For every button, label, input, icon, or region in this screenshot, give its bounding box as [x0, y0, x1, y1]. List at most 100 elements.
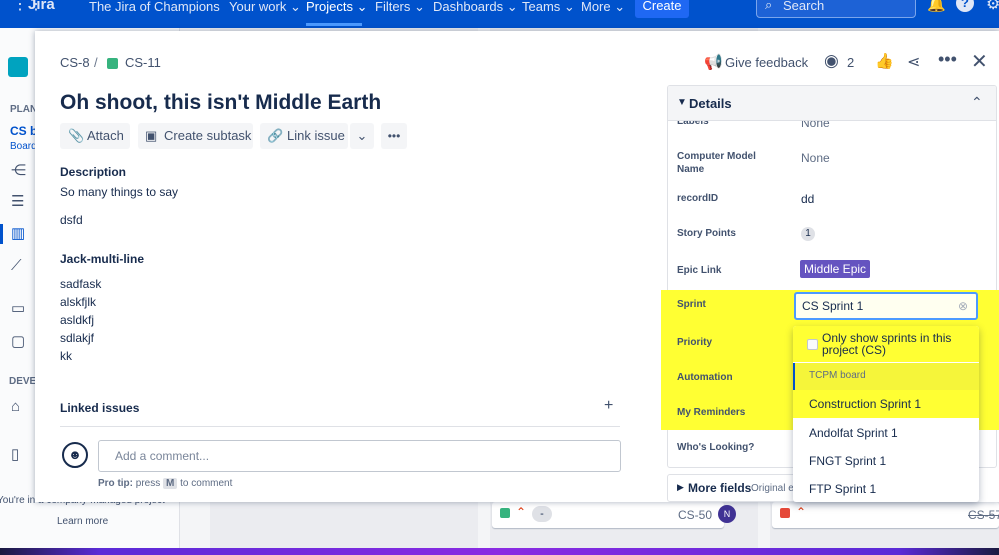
- description-line[interactable]: dsfd: [60, 213, 83, 227]
- close-icon[interactable]: ✕: [971, 49, 988, 74]
- story-icon: [500, 508, 510, 518]
- give-feedback-button[interactable]: Give feedback: [725, 55, 808, 70]
- pro-tip-suffix: to comment: [180, 478, 233, 489]
- sprint-option[interactable]: Construction Sprint 1: [793, 390, 979, 418]
- nav-your-work-label: Your work: [229, 0, 287, 14]
- project-pages-icon[interactable]: ▯: [11, 445, 19, 463]
- issues-icon[interactable]: ▭: [11, 299, 25, 317]
- link-issue-button[interactable]: 🔗 Link issue: [260, 123, 348, 149]
- share-icon[interactable]: ⋖: [907, 52, 920, 72]
- story-points-value[interactable]: 1: [801, 227, 815, 241]
- checkbox-icon[interactable]: [807, 339, 818, 350]
- code-icon[interactable]: ⌂: [11, 398, 20, 415]
- card-key: CS-57: [968, 508, 999, 522]
- notifications-icon[interactable]: 🔔: [927, 0, 946, 13]
- checkbox-row[interactable]: Only show sprints in this project (CS): [793, 326, 979, 362]
- link-icon: 🔗: [267, 128, 284, 143]
- computer-model-value[interactable]: None: [801, 151, 830, 165]
- jack-line[interactable]: kk: [60, 349, 72, 363]
- only-project-sprints-label-line2: project (CS): [822, 343, 887, 357]
- link-issue-label: Link issue: [287, 128, 345, 143]
- jack-line[interactable]: asldkfj: [60, 313, 94, 327]
- nav-your-work[interactable]: Your work ⌄: [229, 0, 301, 17]
- board-card[interactable]: ⌃ - CS-50 N: [492, 502, 736, 528]
- sprint-option[interactable]: FNGT Sprint 1: [793, 447, 979, 475]
- backlog-icon[interactable]: ☰: [11, 192, 24, 210]
- board-icon[interactable]: ▥: [11, 224, 25, 242]
- settings-icon[interactable]: ⚙: [986, 0, 999, 14]
- chevron-down-icon: ⌄: [356, 128, 368, 143]
- group-label: TCPM board: [809, 370, 866, 381]
- description-line[interactable]: So many things to say: [60, 185, 178, 199]
- caret-down-icon: ▼: [677, 97, 687, 108]
- sprint-dropdown: Only show sprints in this project (CS) T…: [793, 326, 979, 502]
- comment-input[interactable]: Add a comment...: [98, 440, 621, 472]
- chevron-down-icon: ⌄: [356, 0, 368, 14]
- priority-label: Priority: [677, 337, 713, 348]
- search-input[interactable]: ⌕ Search: [756, 0, 916, 18]
- learn-more-link[interactable]: Learn more: [57, 516, 108, 527]
- more-actions-icon[interactable]: •••: [938, 49, 957, 70]
- nav-more[interactable]: More ⌄: [581, 0, 625, 17]
- attach-button[interactable]: 📎 Attach: [60, 123, 130, 149]
- project-name[interactable]: CS b: [10, 124, 37, 138]
- nav-dashboards[interactable]: Dashboards ⌄: [433, 0, 518, 17]
- thumbs-up-icon[interactable]: 👍: [875, 52, 894, 70]
- recordid-value[interactable]: dd: [801, 192, 814, 206]
- breadcrumb-issue-key[interactable]: CS-11: [125, 55, 161, 70]
- help-icon[interactable]: ?: [956, 0, 974, 12]
- pro-tip-prefix: Pro tip:: [98, 478, 133, 489]
- watch-eye-icon[interactable]: ◉: [824, 51, 839, 71]
- add-icon[interactable]: +: [604, 397, 613, 415]
- nav-teams[interactable]: Teams ⌄: [522, 0, 575, 17]
- taskbar-strip: [0, 548, 999, 555]
- site-name[interactable]: The Jira of Champions: [89, 0, 220, 17]
- reports-icon[interactable]: ⟋: [11, 257, 22, 274]
- breadcrumb-separator: /: [94, 55, 98, 70]
- more-fields-heading: More fields: [688, 481, 752, 495]
- details-header-overlay: ▼ Details ⌃: [668, 86, 996, 121]
- card-estimate: -: [532, 506, 552, 522]
- link-issue-dropdown[interactable]: ⌄: [350, 123, 374, 149]
- jira-logo[interactable]: Jira: [28, 0, 55, 13]
- create-subtask-label: Create subtask: [164, 128, 252, 143]
- chevron-down-icon: ⌄: [506, 0, 518, 14]
- collapse-icon[interactable]: ⌃: [971, 94, 983, 111]
- jack-line[interactable]: sdlakjf: [60, 331, 94, 345]
- chevron-down-icon: ⌄: [563, 0, 575, 14]
- attach-label: Attach: [87, 128, 124, 143]
- megaphone-icon: 📢: [704, 54, 723, 71]
- epic-link-value[interactable]: Middle Epic: [800, 260, 871, 278]
- watch-count[interactable]: 2: [847, 55, 854, 70]
- group-header: TCPM board: [793, 363, 979, 390]
- roadmap-icon[interactable]: ⋲: [11, 161, 26, 179]
- board-link[interactable]: Board: [10, 141, 37, 152]
- nav-projects[interactable]: Projects ⌄: [306, 0, 368, 17]
- reminders-label: My Reminders: [677, 407, 746, 418]
- chevron-down-icon: ⌄: [289, 0, 301, 14]
- more-toolbar-button[interactable]: •••: [381, 123, 407, 149]
- board-card[interactable]: ⌃ CS-57: [772, 502, 999, 528]
- nav-dashboards-label: Dashboards: [433, 0, 504, 14]
- create-subtask-button[interactable]: ▣ Create subtask: [138, 123, 253, 149]
- sprint-select[interactable]: CS Sprint 1 ⊗: [794, 292, 978, 320]
- clear-icon[interactable]: ⊗: [958, 294, 968, 318]
- sprint-option[interactable]: FTP Sprint 1: [793, 475, 979, 502]
- chevron-down-icon: ⌄: [614, 0, 626, 14]
- recordid-label: recordID: [677, 193, 719, 204]
- nav-filters[interactable]: Filters ⌄: [375, 0, 425, 17]
- sprint-option[interactable]: Andolfat Sprint 1: [793, 419, 979, 447]
- breadcrumb-parent[interactable]: CS-8: [60, 55, 90, 70]
- components-icon[interactable]: ▢: [11, 332, 25, 350]
- jack-line[interactable]: alskfjlk: [60, 295, 96, 309]
- subtask-icon: ▣: [145, 128, 158, 143]
- create-button[interactable]: Create: [635, 0, 689, 18]
- jack-line[interactable]: sadfask: [60, 277, 101, 291]
- project-avatar[interactable]: [8, 57, 28, 77]
- computer-model-label: Computer Model: [677, 151, 756, 162]
- pro-tip: Pro tip: press M to comment: [98, 478, 232, 489]
- issue-title[interactable]: Oh shoot, this isn't Middle Earth: [60, 91, 381, 115]
- more-fields-section[interactable]: ▶ More fields Original e: [667, 474, 807, 502]
- epic-link-label: Epic Link: [677, 265, 722, 276]
- priority-high-icon: ⌃: [516, 505, 527, 519]
